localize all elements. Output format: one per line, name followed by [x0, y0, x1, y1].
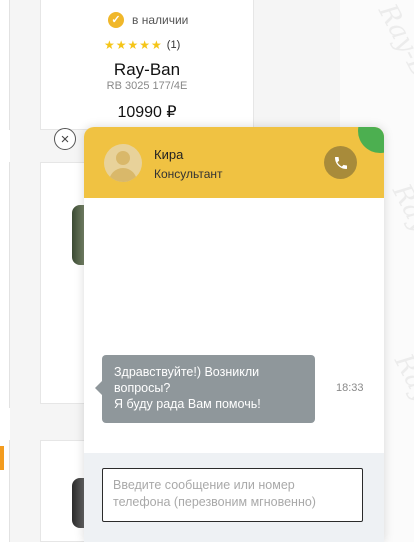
close-icon: ×: [60, 130, 70, 148]
chat-widget: Кира Консультант Здравствуйте!) Возникли…: [84, 127, 384, 542]
product-price: 10990 ₽: [117, 104, 177, 121]
phone-icon: [334, 156, 347, 169]
product-card-edge: [0, 0, 10, 130]
product-brand[interactable]: Ray-Ban: [40, 60, 254, 80]
product-rating[interactable]: ★★★★★ (1): [104, 38, 180, 52]
product-model: RB 3025 177/4E: [106, 80, 188, 92]
user-avatar-icon: [104, 144, 142, 182]
agent-role: Консультант: [154, 167, 223, 181]
product-card[interactable]: [40, 162, 90, 404]
close-chat-button[interactable]: ×: [54, 128, 76, 150]
message-line: вопросы?: [114, 381, 171, 395]
chat-header: Кира Консультант: [84, 127, 384, 198]
agent-name: Кира: [154, 147, 184, 162]
message-input[interactable]: [102, 468, 363, 522]
stock-status: ✓ в наличии: [108, 12, 188, 28]
rating-stars: ★★★★★: [104, 38, 163, 52]
agent-message-bubble: Здравствуйте!) Возникли вопросы? Я буду …: [95, 355, 315, 423]
rating-count: (1): [166, 39, 181, 51]
message-list[interactable]: Здравствуйте!) Возникли вопросы? Я буду …: [84, 198, 384, 453]
check-circle-icon: ✓: [108, 12, 124, 28]
online-indicator: [358, 127, 384, 153]
orange-tab: [0, 446, 4, 470]
message-timestamp: 18:33: [336, 382, 364, 394]
stock-label: в наличии: [132, 13, 189, 27]
message-line: Здравствуйте!) Возникли: [114, 365, 260, 379]
product-card-edge: [0, 162, 10, 408]
message-composer: [84, 453, 384, 542]
message-line: Я буду рада Вам помочь!: [114, 397, 261, 411]
call-button[interactable]: [324, 146, 357, 179]
